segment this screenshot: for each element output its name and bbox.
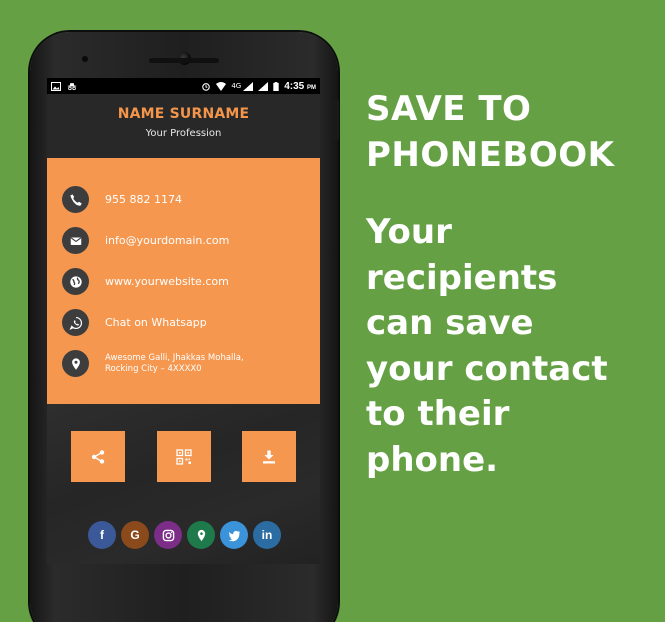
headline-line-2: PHONEBOOK (366, 135, 615, 175)
contact-name: NAME SURNAME (117, 106, 250, 122)
incognito-icon (67, 82, 77, 90)
phone-number: 955 882 1174 (105, 192, 182, 206)
location-icon (62, 350, 89, 377)
earpiece-speaker (149, 58, 219, 63)
phone-icon (62, 186, 89, 213)
signal-icon (243, 81, 254, 91)
qr-code-icon (176, 448, 192, 465)
image-icon (51, 81, 61, 91)
actions-panel: f G in (47, 404, 320, 564)
address-line-2: Rocking City – 4XXXX0 (105, 363, 202, 374)
mail-icon (62, 227, 89, 254)
contact-row-address[interactable]: Awesome Galli, Jhakkas Mohalla, Rocking … (47, 343, 320, 384)
phone-screen: 4G 4:35 PM NAME SURNAME Your Profession … (47, 78, 320, 564)
maps-icon[interactable] (187, 521, 215, 549)
signal-icon (258, 81, 269, 91)
address-line-1: Awesome Galli, Jhakkas Mohalla, (105, 352, 244, 363)
social-links: f G in (88, 521, 281, 549)
website-url: www.yourwebsite.com (105, 274, 229, 288)
alarm-icon (202, 82, 211, 91)
twitter-icon[interactable] (220, 521, 248, 549)
headline-line-1: SAVE TO (366, 89, 532, 129)
share-icon (91, 449, 105, 464)
description-line-6: phone. (366, 439, 499, 480)
download-icon (263, 450, 275, 463)
linkedin-icon[interactable]: in (253, 521, 281, 549)
share-button[interactable] (71, 431, 125, 482)
contact-profession: Your Profession (145, 128, 222, 139)
globe-icon (62, 268, 89, 295)
clock: 4:35 PM (284, 80, 316, 92)
status-bar: 4G 4:35 PM (47, 78, 320, 94)
download-contact-button[interactable] (242, 431, 296, 482)
whatsapp-icon (62, 309, 89, 336)
qr-code-button[interactable] (157, 431, 211, 482)
contact-row-whatsapp[interactable]: Chat on Whatsapp (47, 302, 320, 343)
description-line-4: your contact (366, 348, 608, 389)
description: Your recipients can save your contact to… (366, 210, 656, 483)
proximity-sensor (82, 56, 88, 62)
contact-details-card: 955 882 1174 info@yourdomain.com www.you… (47, 158, 320, 404)
description-line-3: can save (366, 303, 534, 343)
contact-row-website[interactable]: www.yourwebsite.com (47, 261, 320, 302)
description-line-2: recipients (366, 257, 558, 298)
volume-button (334, 100, 339, 140)
contact-row-email[interactable]: info@yourdomain.com (47, 220, 320, 261)
contact-row-phone[interactable]: 955 882 1174 (47, 179, 320, 220)
whatsapp-chat-link: Chat on Whatsapp (105, 315, 207, 329)
address: Awesome Galli, Jhakkas Mohalla, Rocking … (105, 353, 244, 375)
google-icon[interactable]: G (121, 521, 149, 549)
headline: SAVE TO PHONEBOOK (366, 86, 615, 178)
card-header: NAME SURNAME Your Profession (47, 94, 320, 158)
wifi-icon (216, 81, 227, 91)
facebook-icon[interactable]: f (88, 521, 116, 549)
description-line-1: Your (366, 212, 452, 252)
network-type: 4G (231, 82, 242, 90)
battery-icon (273, 81, 279, 91)
description-line-5: to their (366, 394, 510, 434)
email-address: info@yourdomain.com (105, 233, 230, 247)
instagram-icon[interactable] (154, 521, 182, 549)
phone-frame: 4G 4:35 PM NAME SURNAME Your Profession … (30, 32, 339, 622)
